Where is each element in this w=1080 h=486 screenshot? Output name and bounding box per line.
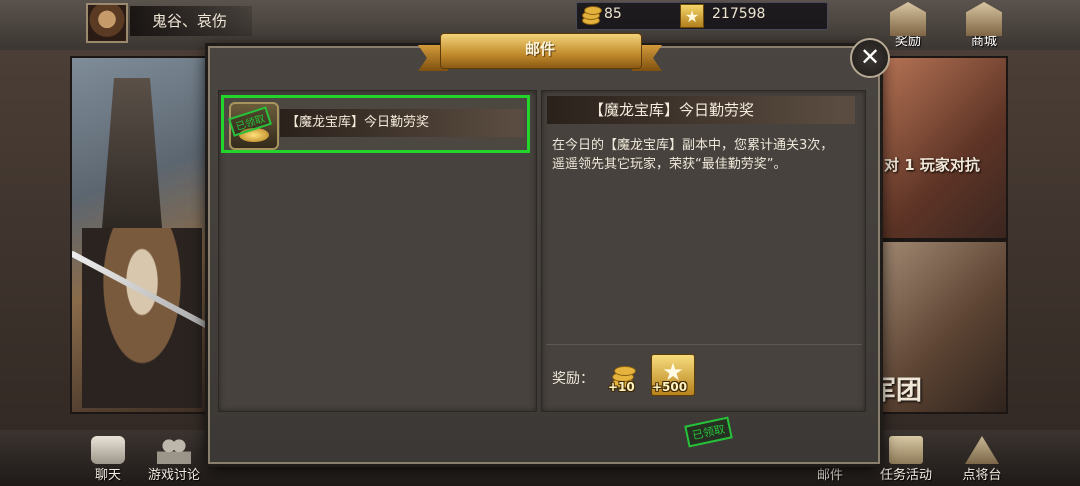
legion-mode-card[interactable]: 军团 xyxy=(876,240,1008,414)
quests-label: 任务活动 xyxy=(879,468,932,483)
dialog-title-banner: 邮件 xyxy=(418,33,662,75)
reward-star-amount: +500 xyxy=(652,380,688,394)
mail-subject: 【魔龙宝库】今日勤劳奖 xyxy=(280,109,524,137)
chat-label: 聊天 xyxy=(94,468,121,483)
mail-list-item[interactable]: 已领取 【魔龙宝库】今日勤劳奖 xyxy=(221,95,530,153)
legion-mode-label: 军团 xyxy=(878,376,923,406)
gold-star-icon: ★ xyxy=(680,4,704,28)
divider xyxy=(546,344,862,345)
chat-button[interactable]: 聊天 xyxy=(70,430,146,486)
avatar[interactable] xyxy=(86,3,128,43)
rewards-button[interactable]: 奖励 xyxy=(880,0,936,56)
gift-icon xyxy=(890,2,926,36)
pvp-mode-card[interactable]: 对 1 玩家对抗 xyxy=(876,56,1008,240)
hero-artwork xyxy=(70,56,214,414)
mail-detail-title: 【魔龙宝库】今日勤劳奖 xyxy=(547,96,855,124)
close-button[interactable]: ✕ xyxy=(850,38,890,78)
generals-icon xyxy=(965,436,999,464)
mail-label: 邮件 xyxy=(816,468,843,483)
reward-coin-amount: +10 xyxy=(608,380,635,394)
warrior-art xyxy=(82,228,202,408)
generals-button[interactable]: 点将台 xyxy=(944,430,1020,486)
gold-count: 217598 xyxy=(712,6,766,22)
mail-detail-body: 在今日的【魔龙宝库】副本中，您累计通关3次，遥遥领先其它玩家，荣获“最佳勤劳奖”… xyxy=(552,138,834,172)
shop-button[interactable]: 商城 xyxy=(956,0,1012,56)
coin-count: 85 xyxy=(604,6,622,22)
discussion-button[interactable]: 游戏讨论 xyxy=(136,430,212,486)
dialog-title: 邮件 xyxy=(524,40,555,58)
generals-label: 点将台 xyxy=(962,468,1002,483)
chat-bubble-icon xyxy=(91,436,125,464)
scroll-icon xyxy=(889,436,923,464)
pvp-mode-label: 对 1 玩家对抗 xyxy=(884,156,980,174)
coin-icon xyxy=(580,4,602,26)
discussion-label: 游戏讨论 xyxy=(147,468,200,483)
watchtower-art xyxy=(102,78,162,228)
people-icon xyxy=(157,436,191,464)
pagoda-icon xyxy=(966,2,1002,36)
rewards-label: 奖励： xyxy=(552,371,594,387)
player-name: 鬼谷、哀伤 xyxy=(130,6,252,36)
